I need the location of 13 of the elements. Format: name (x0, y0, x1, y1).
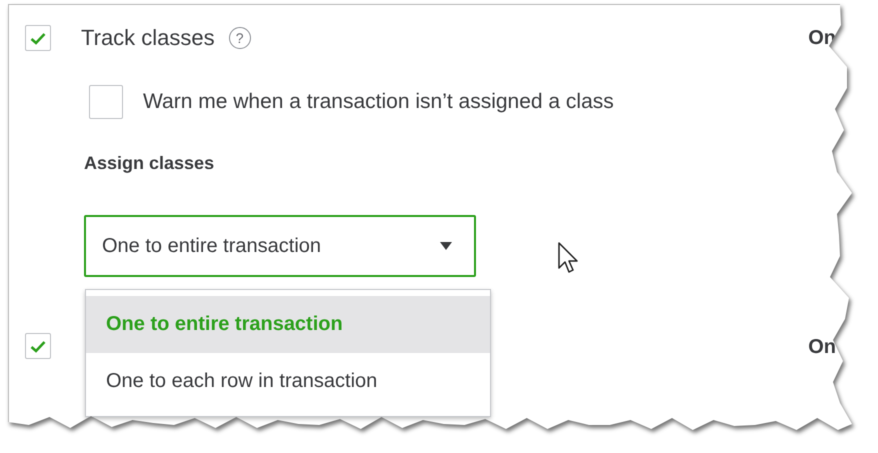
checkmark-icon (30, 32, 46, 44)
caret-icon (440, 242, 452, 250)
setting-label: Track classes (81, 25, 215, 51)
help-icon[interactable]: ? (228, 27, 251, 49)
checkmark-icon (30, 340, 46, 352)
checkbox-label: Warn me when a transaction isn’t assigned a class (143, 90, 614, 114)
checkbox[interactable] (89, 85, 123, 119)
setting-status: On (808, 336, 836, 359)
field-label: Assign classes (84, 152, 214, 174)
checkbox[interactable] (25, 333, 51, 359)
menu-option[interactable]: One to each row in transaction (86, 353, 490, 410)
dropdown[interactable]: One to entire transaction (84, 215, 476, 277)
checkbox[interactable] (25, 25, 51, 51)
